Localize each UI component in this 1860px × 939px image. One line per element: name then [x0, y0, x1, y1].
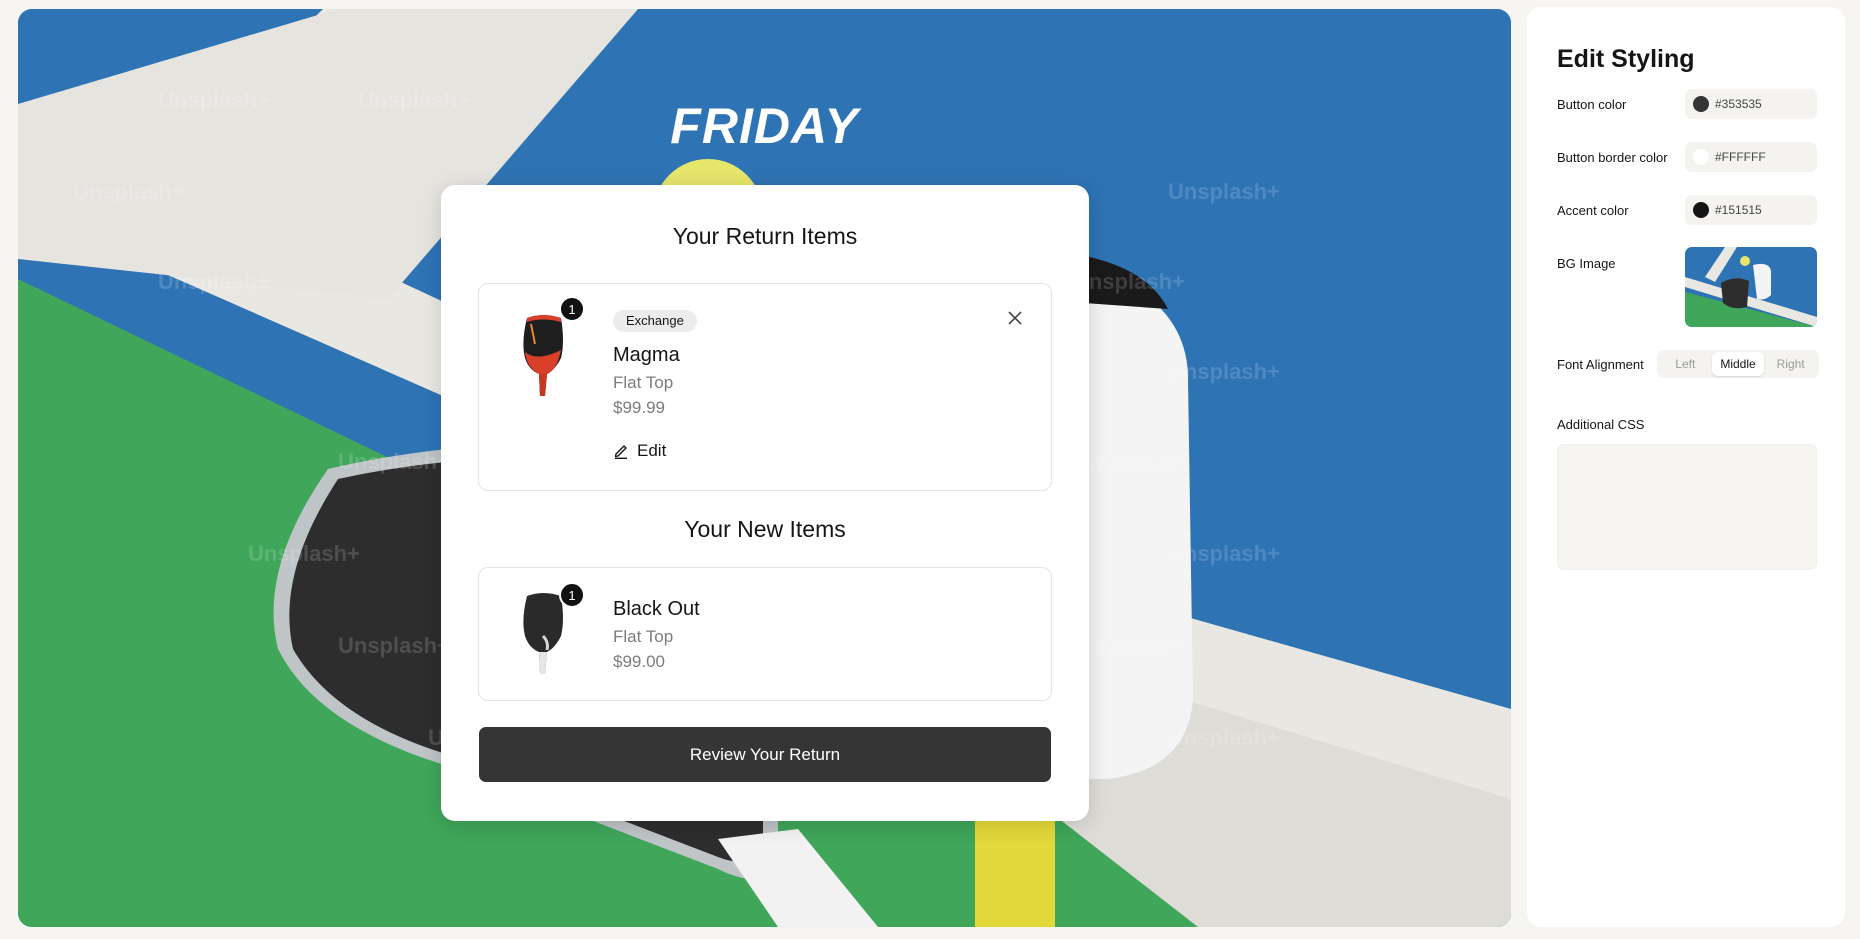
watermark-text: Unsplash+ [1168, 725, 1280, 750]
align-left-option[interactable]: Left [1659, 352, 1712, 376]
bg-image-picker[interactable] [1685, 247, 1817, 327]
store-preview: Unsplash+ Unsplash+ Unsplash+ Unsplash+ … [18, 9, 1511, 927]
additional-css-input[interactable] [1557, 444, 1817, 570]
accent-color-label: Accent color [1557, 203, 1629, 218]
brand-logo: FRIDAY [670, 98, 859, 154]
button-border-color-label: Button border color [1557, 150, 1668, 165]
return-item-card: 1 Exchange Magma Flat Top $99.99 Edit [478, 283, 1052, 491]
watermark-text: Unsplash+ [1168, 541, 1280, 566]
return-items-title: Your Return Items [672, 223, 858, 249]
button-border-color-field[interactable]: #FFFFFF [1685, 142, 1817, 172]
bg-image-thumbnail [1685, 247, 1817, 327]
align-middle-option[interactable]: Middle [1711, 352, 1765, 376]
watermark-text: Unsplash+ [1168, 179, 1280, 204]
item-variant: Flat Top [613, 373, 674, 392]
item-price: $99.99 [613, 398, 665, 417]
quantity-badge: 1 [559, 296, 585, 322]
watermark-text: Unsplash+ [1168, 359, 1280, 384]
item-name: Black Out [613, 598, 700, 620]
color-swatch [1693, 202, 1709, 218]
watermark-text: Unsplash+ [1073, 633, 1185, 658]
item-variant: Flat Top [613, 627, 674, 646]
watermark-text: Unsplash+ [1073, 269, 1185, 294]
paddle-image-magma [523, 315, 563, 396]
close-icon[interactable] [1005, 308, 1025, 328]
edit-styling-panel: Edit Styling Button color #353535 Button… [1527, 7, 1845, 927]
review-return-button[interactable]: Review Your Return [478, 726, 1052, 783]
align-right-option[interactable]: Right [1764, 352, 1817, 376]
accent-color-value: #151515 [1715, 203, 1762, 217]
watermark-text: Unsplash+ [73, 179, 185, 204]
watermark-text: Unsplash+ [1073, 451, 1185, 476]
button-color-value: #353535 [1715, 97, 1762, 111]
color-swatch [1693, 149, 1709, 165]
font-alignment-label: Font Alignment [1557, 357, 1644, 372]
panel-title: Edit Styling [1557, 45, 1695, 73]
watermark-text: Unsplash+ [158, 269, 270, 294]
item-name: Magma [613, 344, 680, 366]
edit-item-button[interactable]: Edit [613, 441, 666, 461]
button-border-color-value: #FFFFFF [1715, 150, 1766, 164]
exchange-badge: Exchange [613, 310, 697, 332]
watermark-text: Unsplash+ [338, 449, 450, 474]
button-color-label: Button color [1557, 97, 1627, 112]
watermark-text: Unsplash+ [338, 633, 450, 658]
color-swatch [1693, 96, 1709, 112]
button-color-field[interactable]: #353535 [1685, 89, 1817, 119]
pencil-icon [614, 445, 627, 459]
new-items-title: Your New Items [684, 516, 846, 542]
watermark-text: Unsplash+ [248, 541, 360, 566]
additional-css-label: Additional CSS [1557, 417, 1645, 432]
quantity-badge: 1 [559, 582, 585, 608]
item-price: $99.00 [613, 652, 665, 671]
accent-color-field[interactable]: #151515 [1685, 195, 1817, 225]
font-alignment-control: Left Middle Right [1657, 350, 1819, 378]
bg-image-label: BG Image [1557, 256, 1616, 271]
edit-label: Edit [637, 441, 667, 460]
new-item-card: 1 Black Out Flat Top $99.00 [478, 567, 1052, 701]
return-modal: Your Return Items 1 Exchange Magma Flat … [441, 185, 1089, 821]
